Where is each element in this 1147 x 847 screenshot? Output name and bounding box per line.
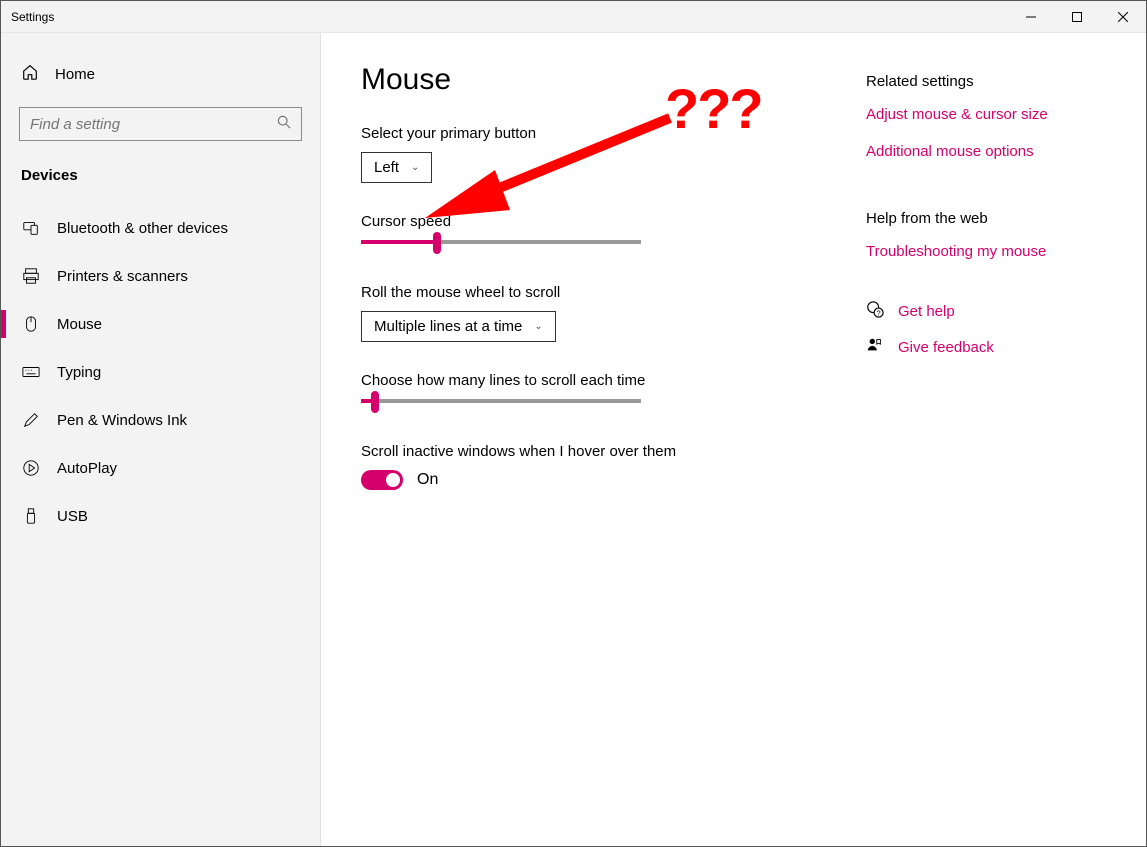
sidebar-item-label: Mouse (57, 316, 102, 333)
scroll-mode-label: Roll the mouse wheel to scroll (361, 284, 826, 301)
hover-scroll-label: Scroll inactive windows when I hover ove… (361, 443, 826, 460)
sidebar: Home Devices Bluetooth & other devices P… (1, 33, 321, 846)
minimize-button[interactable] (1008, 1, 1054, 33)
feedback-label: Give feedback (898, 339, 994, 356)
home-icon (21, 63, 39, 85)
main-content: Mouse Select your primary button Left ⌄ … (361, 63, 826, 816)
slider-fill (361, 240, 437, 244)
sidebar-item-usb[interactable]: USB (1, 492, 320, 540)
scroll-mode-dropdown[interactable]: Multiple lines at a time ⌄ (361, 311, 556, 342)
get-help-link[interactable]: ? Get help (866, 300, 1106, 322)
help-icon: ? (866, 300, 884, 322)
chevron-down-icon: ⌄ (534, 321, 542, 332)
cursor-speed-label: Cursor speed (361, 213, 826, 230)
close-button[interactable] (1100, 1, 1146, 33)
maximize-button[interactable] (1054, 1, 1100, 33)
search-box[interactable] (19, 107, 302, 141)
svg-text:?: ? (877, 308, 881, 317)
sidebar-item-label: Typing (57, 364, 101, 381)
sidebar-item-autoplay[interactable]: AutoPlay (1, 444, 320, 492)
devices-icon (21, 219, 41, 237)
sidebar-item-label: Bluetooth & other devices (57, 220, 228, 237)
scroll-lines-slider[interactable] (361, 399, 641, 403)
sidebar-item-label: AutoPlay (57, 460, 117, 477)
printer-icon (21, 267, 41, 285)
usb-icon (21, 507, 41, 525)
get-help-label: Get help (898, 303, 955, 320)
hover-scroll-toggle[interactable] (361, 470, 403, 490)
right-column: Related settings Adjust mouse & cursor s… (866, 63, 1106, 816)
slider-thumb[interactable] (371, 391, 379, 413)
cursor-speed-slider[interactable] (361, 240, 641, 244)
feedback-link[interactable]: Give feedback (866, 336, 1106, 358)
window-title: Settings (1, 10, 1008, 24)
feedback-icon (866, 336, 884, 358)
related-heading: Related settings (866, 73, 1106, 90)
link-mouse-options[interactable]: Additional mouse options (866, 143, 1106, 160)
slider-thumb[interactable] (433, 232, 441, 254)
autoplay-icon (21, 459, 41, 477)
title-bar: Settings (1, 1, 1146, 33)
primary-button-dropdown[interactable]: Left ⌄ (361, 152, 432, 183)
pen-icon (21, 411, 41, 429)
search-icon (277, 115, 291, 134)
annotation-question-marks: ??? (665, 76, 762, 141)
search-input[interactable] (30, 116, 277, 133)
sidebar-item-pen[interactable]: Pen & Windows Ink (1, 396, 320, 444)
dropdown-value: Left (374, 159, 399, 176)
home-nav[interactable]: Home (1, 53, 320, 95)
sidebar-item-label: USB (57, 508, 88, 525)
section-heading: Devices (1, 161, 320, 204)
link-cursor-size[interactable]: Adjust mouse & cursor size (866, 106, 1106, 123)
sidebar-item-label: Pen & Windows Ink (57, 412, 187, 429)
toggle-state: On (417, 471, 438, 489)
mouse-icon (21, 315, 41, 333)
sidebar-item-label: Printers & scanners (57, 268, 188, 285)
sidebar-item-mouse[interactable]: Mouse (1, 300, 320, 348)
sidebar-item-typing[interactable]: Typing (1, 348, 320, 396)
scroll-lines-label: Choose how many lines to scroll each tim… (361, 372, 826, 389)
sidebar-item-printers[interactable]: Printers & scanners (1, 252, 320, 300)
dropdown-value: Multiple lines at a time (374, 318, 522, 335)
help-heading: Help from the web (866, 210, 1106, 227)
keyboard-icon (21, 363, 41, 381)
link-troubleshoot[interactable]: Troubleshooting my mouse (866, 243, 1106, 260)
sidebar-item-bluetooth[interactable]: Bluetooth & other devices (1, 204, 320, 252)
home-label: Home (55, 66, 95, 83)
chevron-down-icon: ⌄ (411, 162, 419, 173)
